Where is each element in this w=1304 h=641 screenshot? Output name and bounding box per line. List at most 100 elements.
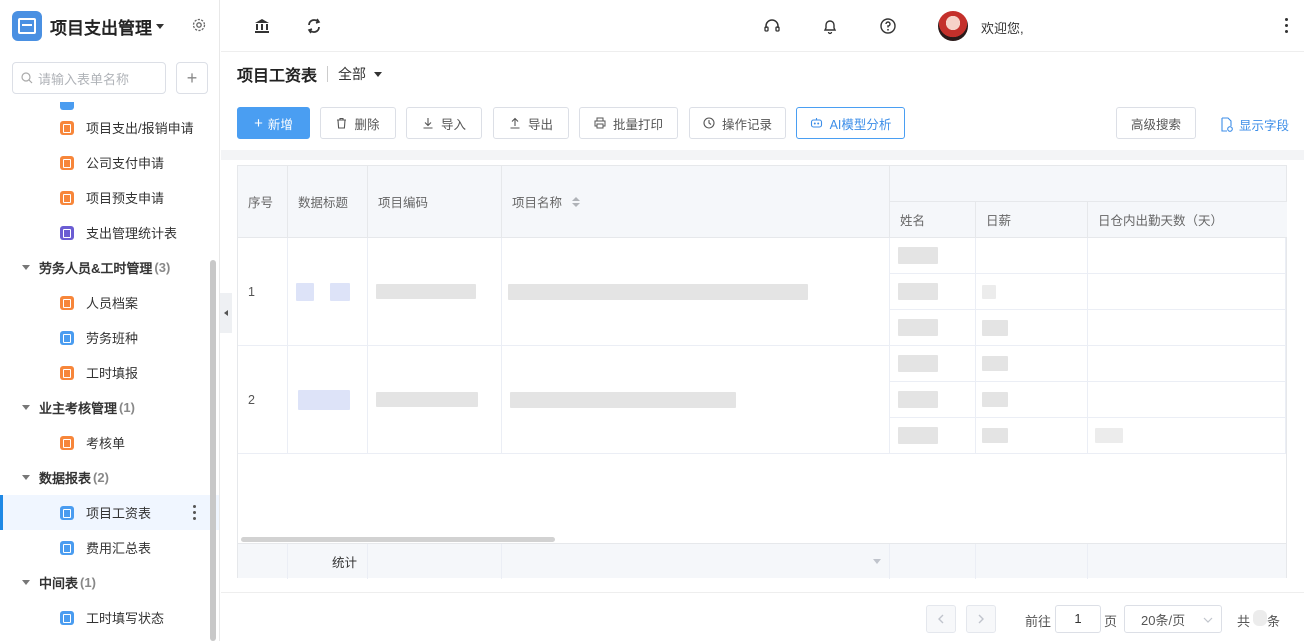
page-number-input[interactable]: 1: [1055, 605, 1101, 633]
delete-button[interactable]: 删除: [320, 107, 396, 139]
redacted-value: [376, 284, 476, 299]
col-header-attendance-days[interactable]: 日仓内出勤天数（天）: [1088, 202, 1287, 238]
sidebar-item-timesheet-status[interactable]: 工时填写状态: [0, 600, 219, 635]
summary-cell: [368, 544, 502, 579]
prev-page-button[interactable]: [926, 605, 956, 633]
col-header-daily-wage[interactable]: 日薪: [976, 202, 1088, 238]
group-count: (1): [119, 400, 135, 415]
table-cell[interactable]: [1088, 346, 1286, 382]
sidebar-item-advance-request[interactable]: 项目预支申请: [0, 180, 219, 215]
refresh-icon[interactable]: [305, 17, 323, 35]
sidebar-item-staff-file[interactable]: 人员档案: [0, 285, 219, 320]
table-cell[interactable]: [502, 346, 890, 454]
ai-analysis-button[interactable]: AI模型分析: [796, 107, 905, 139]
import-button[interactable]: 导入: [406, 107, 482, 139]
operation-log-button[interactable]: 操作记录: [689, 107, 786, 139]
plus-icon: +: [254, 114, 263, 132]
app-switch-caret-icon[interactable]: [156, 23, 164, 29]
table-cell[interactable]: [890, 346, 976, 382]
table-cell[interactable]: [890, 418, 976, 454]
advanced-search-button[interactable]: 高级搜索: [1116, 107, 1196, 139]
summary-cell: [238, 544, 288, 579]
table-cell[interactable]: [1088, 382, 1286, 418]
table-cell[interactable]: [1088, 274, 1286, 310]
sidebar-item-review-sheet[interactable]: 考核单: [0, 425, 219, 460]
sidebar-item-expense-request[interactable]: 项目支出/报销申请: [0, 110, 219, 145]
form-icon: [60, 295, 74, 310]
help-icon[interactable]: [879, 17, 897, 35]
col-header-project-code[interactable]: 项目编码: [368, 166, 502, 238]
sidebar-item-label: 项目预支申请: [86, 191, 165, 206]
table-cell[interactable]: [976, 238, 1088, 274]
summary-aggregate-select[interactable]: [502, 544, 890, 579]
sidebar-collapse-handle[interactable]: [220, 293, 232, 333]
sidebar-item-project-payroll[interactable]: 项目工资表: [0, 495, 219, 530]
sort-icon[interactable]: [571, 196, 581, 208]
table-horizontal-scrollbar[interactable]: [241, 537, 555, 542]
sidebar-item-company-payment[interactable]: 公司支付申请: [0, 145, 219, 180]
table-cell[interactable]: [288, 346, 368, 454]
expand-caret-icon: [22, 475, 30, 480]
sidebar-group-labor[interactable]: 劳务人员&工时管理 (3): [0, 250, 219, 285]
divider: [327, 66, 329, 82]
export-button[interactable]: 导出: [493, 107, 569, 139]
table-cell[interactable]: [890, 238, 976, 274]
show-fields-link[interactable]: 显示字段: [1220, 115, 1289, 134]
table-cell[interactable]: [288, 238, 368, 346]
table-cell[interactable]: [976, 310, 1088, 346]
col-header-project-name[interactable]: 项目名称: [502, 166, 890, 238]
app-logo-icon: [12, 11, 42, 41]
search-icon: [21, 72, 33, 84]
table-cell[interactable]: [976, 346, 1088, 382]
sidebar-group-intermediate[interactable]: 中间表 (1): [0, 565, 219, 600]
sidebar-item-cost-summary[interactable]: 费用汇总表: [0, 530, 219, 565]
export-icon: [510, 117, 520, 129]
sidebar-item-timesheet[interactable]: 工时填报: [0, 355, 219, 390]
table-cell[interactable]: [976, 274, 1088, 310]
more-options-icon[interactable]: [193, 505, 197, 520]
table-cell[interactable]: [976, 418, 1088, 454]
import-icon: [423, 118, 433, 129]
bell-icon[interactable]: [821, 17, 839, 35]
divider: [221, 150, 1304, 160]
more-menu-icon[interactable]: [1285, 18, 1288, 33]
form-search-input[interactable]: 请输入表单名称: [12, 62, 166, 94]
sidebar-scrollbar[interactable]: [210, 260, 216, 641]
avatar[interactable]: [938, 11, 968, 41]
batch-print-button[interactable]: 批量打印: [579, 107, 678, 139]
table-cell[interactable]: [1088, 238, 1286, 274]
printer-icon: [594, 117, 606, 129]
next-page-button[interactable]: [966, 605, 996, 633]
sidebar-group-reports[interactable]: 数据报表 (2): [0, 460, 219, 495]
col-header-name[interactable]: 姓名: [890, 202, 976, 238]
add-button[interactable]: + 新增: [237, 107, 310, 139]
page-size-select[interactable]: 20条/页: [1124, 605, 1222, 633]
total-suffix: 条: [1267, 614, 1281, 629]
table-cell[interactable]: [502, 238, 890, 346]
headset-icon[interactable]: [763, 17, 781, 35]
app-title[interactable]: 项目支出管理: [50, 14, 152, 39]
table-cell[interactable]: [890, 382, 976, 418]
bank-icon[interactable]: [253, 17, 271, 35]
redacted-total: [1253, 610, 1267, 626]
add-form-button[interactable]: +: [176, 62, 208, 94]
expand-caret-icon: [22, 265, 30, 270]
sidebar-group-owner-review[interactable]: 业主考核管理 (1): [0, 390, 219, 425]
table-cell[interactable]: [890, 310, 976, 346]
redacted-value: [982, 356, 1008, 371]
table-cell[interactable]: [976, 382, 1088, 418]
view-selector[interactable]: 全部: [338, 64, 383, 84]
table-cell[interactable]: [368, 346, 502, 454]
sidebar-item-labor-shift[interactable]: 劳务班种: [0, 320, 219, 355]
table-cell[interactable]: [1088, 418, 1286, 454]
table-cell[interactable]: [368, 238, 502, 346]
gear-icon[interactable]: [191, 17, 207, 33]
col-header-data-title[interactable]: 数据标题: [288, 166, 368, 238]
group-label: 数据报表: [39, 471, 92, 486]
import-button-label: 导入: [440, 117, 466, 132]
view-selector-label: 全部: [338, 66, 367, 82]
table-cell[interactable]: [890, 274, 976, 310]
summary-cell: [1088, 544, 1286, 579]
sidebar-item-expense-stats[interactable]: 支出管理统计表: [0, 215, 219, 250]
table-cell[interactable]: [1088, 310, 1286, 346]
